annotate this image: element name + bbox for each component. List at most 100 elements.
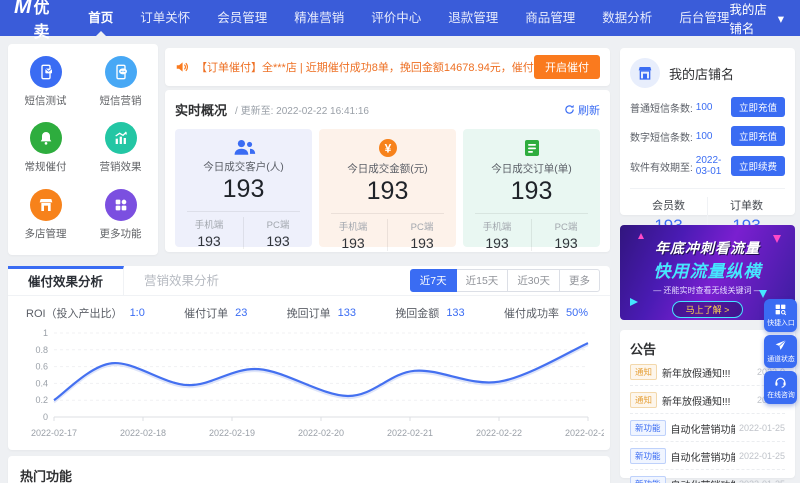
tool-sms-marketing[interactable]: 短信营销 (83, 56, 158, 122)
shop-name: 我的店铺名 (669, 66, 735, 82)
nav-item-admin[interactable]: 后台管理 (679, 0, 729, 36)
recharge-button[interactable]: 立即充值 (730, 126, 785, 146)
start-reminder-button[interactable]: 开启催付 (534, 55, 600, 79)
banner-decoration (630, 298, 638, 306)
svg-text:2022-02-18: 2022-02-18 (120, 428, 166, 438)
banner-subheadline: 快用流量纵横 (653, 262, 762, 281)
expiry-row: 软件有效期至: 2022-03-01 立即续费 (630, 155, 785, 177)
tool-label: 常规催付 (24, 161, 67, 174)
app-logo[interactable]: M 优卖 (14, 0, 54, 42)
my-shop-card: 我的店铺名 普通短信条数: 100 立即充值 数字短信条数: 100 立即充值 … (620, 48, 795, 236)
svg-text:2022-02-20: 2022-02-20 (298, 428, 344, 438)
tool-label: 短信营销 (99, 95, 142, 107)
roi-trend-chart: 0 0.2 0.4 0.6 0.8 1 2022-02-17 2022-02-18 2022-0… (31, 328, 604, 438)
bell-icon (29, 122, 62, 155)
tool-payment-reminder[interactable]: 常规催付 (8, 122, 83, 188)
channel-status-button[interactable]: 通道状态 (764, 335, 797, 368)
grid-icon (104, 188, 137, 221)
tool-multi-store[interactable]: 多店管理 (8, 188, 83, 255)
updated-at-text: / 更新至: 2022-02-22 16:41:16 (235, 106, 369, 117)
stat-value: 193 (366, 177, 409, 205)
notice-item[interactable]: 新功能 自动化营销功能上线 2022-01-25 (630, 414, 785, 442)
tool-more-features[interactable]: 更多功能 (83, 188, 158, 255)
section-title: 热门功能 (20, 469, 73, 483)
notice-tag: 新功能 (630, 448, 666, 464)
filter-7d-button[interactable]: 近7天 (409, 269, 457, 292)
svg-text:¥: ¥ (384, 142, 391, 156)
digital-sms-row: 数字短信条数: 100 立即充值 (630, 126, 785, 146)
stat-value: 193 (222, 175, 265, 203)
sms-test-icon (29, 56, 62, 88)
shop-dropdown[interactable]: 我的店铺名 ▾ (729, 0, 784, 37)
refresh-button[interactable]: 刷新 (564, 102, 600, 118)
online-support-button[interactable]: 在线咨询 (764, 371, 797, 404)
store-icon (29, 188, 62, 221)
storefront-icon (630, 58, 660, 88)
notice-item[interactable]: 通知 新年放假通知!!! 2022-0 (630, 358, 785, 386)
banner-headline: 年底冲刺看流量 (655, 240, 760, 256)
stat-card-orders: 今日成交订单(单) 193 手机端 193 PC端 193 (463, 129, 600, 251)
svg-text:2022-02-21: 2022-02-21 (387, 428, 433, 438)
nav-item-home[interactable]: 首页 (88, 0, 113, 36)
kpi-recovered-amount: 133 (446, 307, 465, 319)
tool-marketing-effect[interactable]: 营销效果 (83, 122, 158, 188)
logo-text: 优卖 (33, 0, 51, 41)
svg-text:1: 1 (43, 328, 48, 338)
kpi-roi: 1:0 (129, 307, 145, 319)
svg-text:2022-02-23: 2022-02-23 (565, 428, 604, 438)
analysis-tabs: 催付效果分析 营销效果分析 近7天 近15天 近30天 更多 (8, 266, 610, 296)
nav-item-products[interactable]: 商品管理 (525, 0, 575, 36)
stat-card-customers: 今日成交客户(人) 193 手机端 193 PC端 193 (175, 129, 312, 249)
yen-coin-icon: ¥ (319, 138, 456, 158)
headset-icon (775, 377, 786, 388)
kpi-reminder-orders: 23 (235, 307, 248, 319)
tab-marketing-analysis[interactable]: 营销效果分析 (124, 266, 239, 295)
nav-item-order-care[interactable]: 订单关怀 (140, 0, 190, 36)
kpi-recovered-orders: 133 (337, 307, 357, 319)
paper-plane-icon (775, 339, 787, 350)
svg-text:2022-02-17: 2022-02-17 (31, 428, 77, 438)
order-doc-icon (463, 138, 600, 158)
filter-15d-button[interactable]: 近15天 (455, 269, 509, 292)
quick-entry-button[interactable]: 快捷入口 (764, 299, 797, 332)
filter-30d-button[interactable]: 近30天 (507, 269, 560, 292)
top-navbar: M 优卖 首页 订单关怀 会员管理 精准营销 评价中心 退款管理 商品管理 数据… (0, 0, 800, 41)
kpi-success-rate: 50% (565, 307, 588, 319)
nav-item-reviews[interactable]: 评价中心 (371, 0, 421, 36)
notice-tag: 通知 (630, 392, 658, 408)
realtime-overview-card: 实时概况 / 更新至: 2022-02-22 16:41:16 刷新 今日成交客… (165, 90, 610, 252)
refresh-icon (565, 104, 574, 114)
svg-text:0: 0 (43, 412, 48, 422)
chevron-down-icon: ▾ (777, 11, 784, 26)
notice-tag: 新功能 (630, 476, 666, 483)
sms-marketing-icon (104, 56, 137, 88)
section-title: 公告 (630, 342, 657, 357)
tool-label: 营销效果 (99, 161, 142, 174)
renew-button[interactable]: 立即续费 (730, 156, 785, 176)
svg-text:0.6: 0.6 (35, 362, 48, 372)
tool-sms-test[interactable]: 短信测试 (8, 56, 83, 122)
notice-item[interactable]: 新功能 自动化营销功能上线 2022-01-25 (630, 442, 785, 470)
stat-value: 193 (510, 177, 553, 205)
notice-item[interactable]: 通知 新年放假通知!!! 2022-0 (630, 386, 785, 414)
tool-label: 短信测试 (24, 95, 67, 107)
notice-tag: 新功能 (630, 420, 666, 436)
shop-dropdown-label: 我的店铺名 (729, 3, 767, 36)
notice-item[interactable]: 新功能 自动化营销功能上线 2022-01-25 (630, 470, 785, 483)
nav-item-marketing[interactable]: 精准营销 (294, 0, 344, 36)
tab-reminder-analysis[interactable]: 催付效果分析 (8, 266, 125, 295)
svg-text:2022-02-19: 2022-02-19 (209, 428, 255, 438)
svg-text:0.2: 0.2 (35, 395, 48, 405)
banner-decoration (638, 233, 644, 239)
speaker-icon (175, 60, 189, 74)
date-range-filters: 近7天 近15天 近30天 更多 (409, 266, 600, 295)
filter-more-button[interactable]: 更多 (559, 269, 600, 292)
sms-balance-row: 普通短信条数: 100 立即充值 (630, 97, 785, 117)
nav-item-members[interactable]: 会员管理 (217, 0, 267, 36)
users-icon (175, 138, 312, 156)
section-title: 实时概况 (175, 103, 228, 118)
nav-item-refunds[interactable]: 退款管理 (448, 0, 498, 36)
recharge-button[interactable]: 立即充值 (730, 97, 785, 117)
learn-more-button[interactable]: 马上了解 > (671, 301, 744, 318)
nav-item-analytics[interactable]: 数据分析 (602, 0, 652, 36)
